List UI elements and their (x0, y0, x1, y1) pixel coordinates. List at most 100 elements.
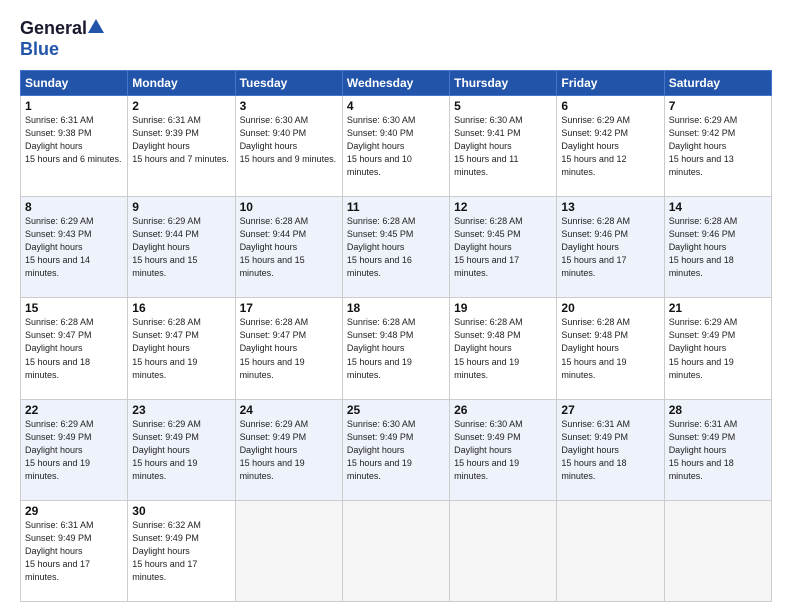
day-number: 25 (347, 403, 445, 417)
calendar-row: 22Sunrise: 6:29 AMSunset: 9:49 PMDayligh… (21, 399, 772, 500)
calendar-cell: 8Sunrise: 6:29 AMSunset: 9:43 PMDaylight… (21, 197, 128, 298)
calendar-cell: 1Sunrise: 6:31 AMSunset: 9:38 PMDaylight… (21, 96, 128, 197)
day-info: Sunrise: 6:28 AMSunset: 9:48 PMDaylight … (561, 316, 659, 381)
day-number: 18 (347, 301, 445, 315)
calendar-row: 8Sunrise: 6:29 AMSunset: 9:43 PMDaylight… (21, 197, 772, 298)
calendar-cell: 11Sunrise: 6:28 AMSunset: 9:45 PMDayligh… (342, 197, 449, 298)
calendar-cell: 16Sunrise: 6:28 AMSunset: 9:47 PMDayligh… (128, 298, 235, 399)
calendar-cell: 27Sunrise: 6:31 AMSunset: 9:49 PMDayligh… (557, 399, 664, 500)
day-number: 29 (25, 504, 123, 518)
page: General Blue SundayMondayTuesdayWednesda… (0, 0, 792, 612)
calendar-day-header: Thursday (450, 71, 557, 96)
day-number: 27 (561, 403, 659, 417)
day-number: 30 (132, 504, 230, 518)
calendar-cell: 6Sunrise: 6:29 AMSunset: 9:42 PMDaylight… (557, 96, 664, 197)
day-number: 14 (669, 200, 767, 214)
day-info: Sunrise: 6:28 AMSunset: 9:47 PMDaylight … (25, 316, 123, 381)
day-info: Sunrise: 6:32 AMSunset: 9:49 PMDaylight … (132, 519, 230, 584)
day-info: Sunrise: 6:29 AMSunset: 9:43 PMDaylight … (25, 215, 123, 280)
calendar-day-header: Friday (557, 71, 664, 96)
logo: General Blue (20, 18, 104, 60)
day-number: 6 (561, 99, 659, 113)
day-info: Sunrise: 6:30 AMSunset: 9:40 PMDaylight … (347, 114, 445, 179)
day-number: 22 (25, 403, 123, 417)
day-number: 24 (240, 403, 338, 417)
calendar-day-header: Sunday (21, 71, 128, 96)
calendar-cell: 3Sunrise: 6:30 AMSunset: 9:40 PMDaylight… (235, 96, 342, 197)
day-info: Sunrise: 6:28 AMSunset: 9:45 PMDaylight … (347, 215, 445, 280)
day-info: Sunrise: 6:28 AMSunset: 9:46 PMDaylight … (669, 215, 767, 280)
calendar-cell (235, 500, 342, 601)
day-info: Sunrise: 6:28 AMSunset: 9:48 PMDaylight … (454, 316, 552, 381)
day-info: Sunrise: 6:28 AMSunset: 9:47 PMDaylight … (132, 316, 230, 381)
day-number: 9 (132, 200, 230, 214)
calendar-cell: 15Sunrise: 6:28 AMSunset: 9:47 PMDayligh… (21, 298, 128, 399)
calendar-cell: 22Sunrise: 6:29 AMSunset: 9:49 PMDayligh… (21, 399, 128, 500)
day-info: Sunrise: 6:28 AMSunset: 9:46 PMDaylight … (561, 215, 659, 280)
day-number: 12 (454, 200, 552, 214)
day-info: Sunrise: 6:29 AMSunset: 9:44 PMDaylight … (132, 215, 230, 280)
calendar-cell: 2Sunrise: 6:31 AMSunset: 9:39 PMDaylight… (128, 96, 235, 197)
calendar-cell: 24Sunrise: 6:29 AMSunset: 9:49 PMDayligh… (235, 399, 342, 500)
calendar-cell: 12Sunrise: 6:28 AMSunset: 9:45 PMDayligh… (450, 197, 557, 298)
day-number: 16 (132, 301, 230, 315)
calendar-cell: 17Sunrise: 6:28 AMSunset: 9:47 PMDayligh… (235, 298, 342, 399)
calendar-row: 15Sunrise: 6:28 AMSunset: 9:47 PMDayligh… (21, 298, 772, 399)
calendar-cell: 18Sunrise: 6:28 AMSunset: 9:48 PMDayligh… (342, 298, 449, 399)
calendar-row: 29Sunrise: 6:31 AMSunset: 9:49 PMDayligh… (21, 500, 772, 601)
day-number: 3 (240, 99, 338, 113)
day-number: 26 (454, 403, 552, 417)
calendar-cell: 26Sunrise: 6:30 AMSunset: 9:49 PMDayligh… (450, 399, 557, 500)
day-info: Sunrise: 6:29 AMSunset: 9:42 PMDaylight … (561, 114, 659, 179)
calendar-cell: 7Sunrise: 6:29 AMSunset: 9:42 PMDaylight… (664, 96, 771, 197)
day-info: Sunrise: 6:28 AMSunset: 9:44 PMDaylight … (240, 215, 338, 280)
calendar-cell: 14Sunrise: 6:28 AMSunset: 9:46 PMDayligh… (664, 197, 771, 298)
day-info: Sunrise: 6:30 AMSunset: 9:40 PMDaylight … (240, 114, 338, 166)
day-info: Sunrise: 6:31 AMSunset: 9:49 PMDaylight … (25, 519, 123, 584)
calendar-header-row: SundayMondayTuesdayWednesdayThursdayFrid… (21, 71, 772, 96)
calendar-table: SundayMondayTuesdayWednesdayThursdayFrid… (20, 70, 772, 602)
calendar-cell: 28Sunrise: 6:31 AMSunset: 9:49 PMDayligh… (664, 399, 771, 500)
day-number: 2 (132, 99, 230, 113)
day-number: 5 (454, 99, 552, 113)
day-number: 21 (669, 301, 767, 315)
day-info: Sunrise: 6:30 AMSunset: 9:49 PMDaylight … (454, 418, 552, 483)
calendar-day-header: Monday (128, 71, 235, 96)
day-number: 8 (25, 200, 123, 214)
calendar-cell: 30Sunrise: 6:32 AMSunset: 9:49 PMDayligh… (128, 500, 235, 601)
header: General Blue (20, 18, 772, 60)
day-number: 13 (561, 200, 659, 214)
calendar-cell: 4Sunrise: 6:30 AMSunset: 9:40 PMDaylight… (342, 96, 449, 197)
day-number: 1 (25, 99, 123, 113)
day-number: 19 (454, 301, 552, 315)
calendar-cell: 23Sunrise: 6:29 AMSunset: 9:49 PMDayligh… (128, 399, 235, 500)
day-info: Sunrise: 6:30 AMSunset: 9:41 PMDaylight … (454, 114, 552, 179)
calendar-cell: 13Sunrise: 6:28 AMSunset: 9:46 PMDayligh… (557, 197, 664, 298)
day-info: Sunrise: 6:29 AMSunset: 9:49 PMDaylight … (25, 418, 123, 483)
calendar-cell: 21Sunrise: 6:29 AMSunset: 9:49 PMDayligh… (664, 298, 771, 399)
logo-triangle-icon (88, 19, 104, 38)
day-number: 17 (240, 301, 338, 315)
logo-blue-text: Blue (20, 39, 59, 60)
day-info: Sunrise: 6:30 AMSunset: 9:49 PMDaylight … (347, 418, 445, 483)
day-info: Sunrise: 6:28 AMSunset: 9:48 PMDaylight … (347, 316, 445, 381)
calendar-cell: 5Sunrise: 6:30 AMSunset: 9:41 PMDaylight… (450, 96, 557, 197)
calendar-cell: 29Sunrise: 6:31 AMSunset: 9:49 PMDayligh… (21, 500, 128, 601)
day-info: Sunrise: 6:31 AMSunset: 9:49 PMDaylight … (669, 418, 767, 483)
day-info: Sunrise: 6:29 AMSunset: 9:49 PMDaylight … (132, 418, 230, 483)
calendar-row: 1Sunrise: 6:31 AMSunset: 9:38 PMDaylight… (21, 96, 772, 197)
day-number: 11 (347, 200, 445, 214)
day-info: Sunrise: 6:31 AMSunset: 9:38 PMDaylight … (25, 114, 123, 166)
calendar-day-header: Saturday (664, 71, 771, 96)
calendar-cell (450, 500, 557, 601)
day-number: 10 (240, 200, 338, 214)
day-info: Sunrise: 6:28 AMSunset: 9:47 PMDaylight … (240, 316, 338, 381)
day-info: Sunrise: 6:29 AMSunset: 9:49 PMDaylight … (669, 316, 767, 381)
day-number: 15 (25, 301, 123, 315)
day-number: 28 (669, 403, 767, 417)
calendar-cell (664, 500, 771, 601)
day-number: 7 (669, 99, 767, 113)
calendar-cell: 25Sunrise: 6:30 AMSunset: 9:49 PMDayligh… (342, 399, 449, 500)
day-number: 4 (347, 99, 445, 113)
day-info: Sunrise: 6:29 AMSunset: 9:42 PMDaylight … (669, 114, 767, 179)
